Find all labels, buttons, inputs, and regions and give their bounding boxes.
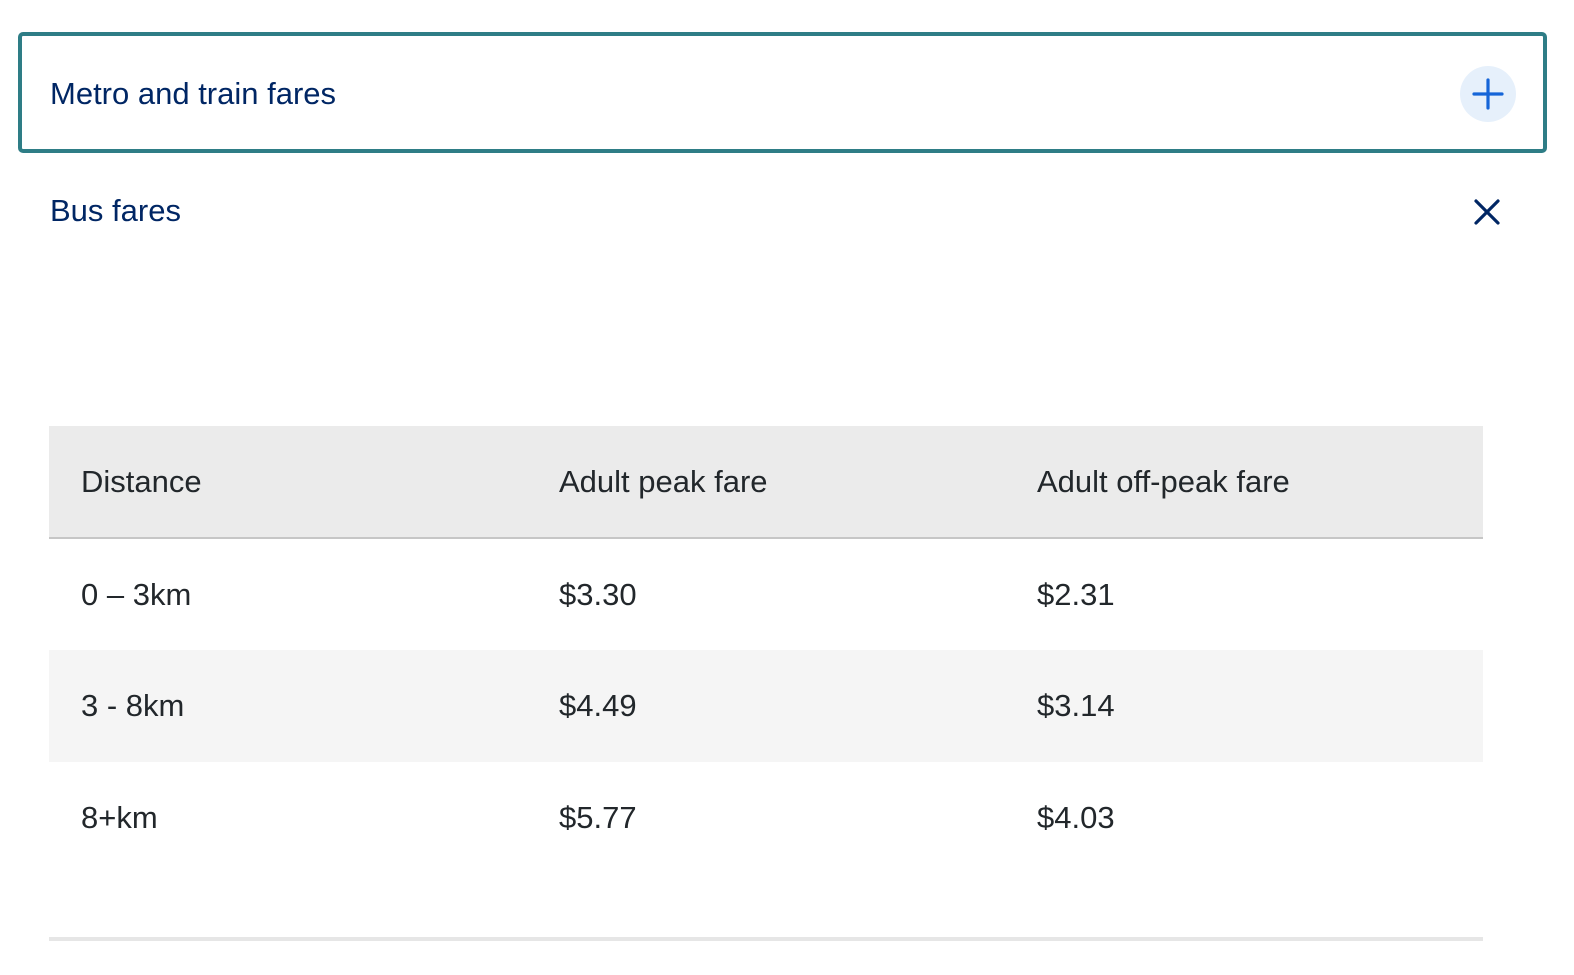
table-cell-peak-fare: $5.77 — [559, 800, 637, 835]
column-header-adult-peak-fare: Adult peak fare — [527, 426, 1005, 539]
table-cell-distance: 0 – 3km — [81, 576, 192, 612]
table-cell-off-peak-fare: $2.31 — [1037, 576, 1115, 612]
accordion-title-bus[interactable]: Bus fares — [50, 193, 181, 229]
column-header-distance: Distance — [49, 426, 527, 539]
table-cell-distance: 8+km — [81, 800, 158, 835]
table-cell-peak-fare: $4.49 — [527, 650, 1005, 762]
table-cell-distance: 3 - 8km — [49, 650, 527, 762]
table-row: 0 – 3km $3.30 $2.31 — [49, 538, 1483, 650]
accordion-bus-fares[interactable]: Bus fares — [18, 155, 1547, 265]
expand-button[interactable] — [1460, 66, 1516, 122]
table-row: 8+km $5.77 $4.03 — [49, 762, 1483, 874]
table-row: 3 - 8km $4.49 $3.14 — [49, 650, 1483, 762]
collapse-button[interactable] — [1462, 187, 1512, 237]
table-bottom-divider — [49, 937, 1483, 941]
accordion-title-metro[interactable]: Metro and train fares — [50, 76, 336, 112]
table-header-row: Distance Adult peak fare Adult off-peak … — [49, 426, 1483, 539]
table-cell-peak-fare: $3.30 — [559, 576, 637, 612]
table-cell-off-peak-fare: $4.03 — [1037, 800, 1115, 835]
close-icon — [1474, 199, 1500, 225]
bus-fares-table: Distance Adult peak fare Adult off-peak … — [49, 426, 1483, 874]
plus-icon — [1472, 78, 1504, 110]
accordion-metro-train-fares[interactable]: Metro and train fares — [18, 32, 1547, 153]
table-cell-off-peak-fare: $3.14 — [1005, 650, 1483, 762]
column-header-adult-off-peak-fare: Adult off-peak fare — [1005, 426, 1483, 539]
